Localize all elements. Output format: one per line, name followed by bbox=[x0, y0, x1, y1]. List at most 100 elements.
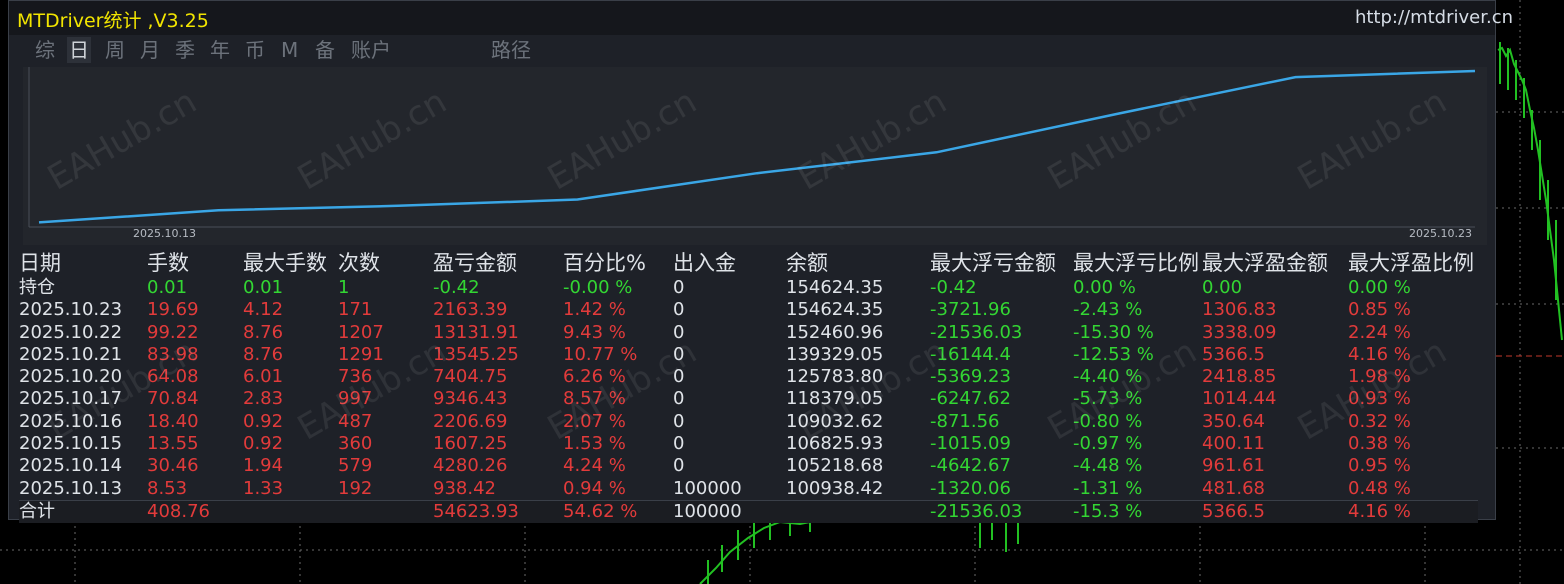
table-cell: 1306.83 bbox=[1202, 299, 1277, 321]
equity-end-date: 2025.10.23 bbox=[1409, 227, 1472, 240]
table-cell: 9346.43 bbox=[433, 388, 508, 410]
column-header: 最大浮盈比例 bbox=[1348, 251, 1474, 275]
table-cell: -0.42 bbox=[433, 277, 480, 298]
table-cell: 0.95 % bbox=[1348, 455, 1411, 477]
table-cell: -4.40 % bbox=[1073, 366, 1143, 388]
table-cell: -16144.4 bbox=[930, 343, 1011, 365]
table-cell: 0.01 bbox=[147, 277, 188, 298]
table-row: 2025.10.22 99.22 8.76 1207 13131.91 9.43 % 0 15… bbox=[19, 322, 1478, 344]
table-cell: 1291 bbox=[338, 343, 384, 365]
table-cell: 2025.10.13 bbox=[19, 477, 123, 499]
tab-currency[interactable]: 币 bbox=[243, 37, 267, 63]
table-cell: 938.42 bbox=[433, 477, 496, 499]
table-cell: 0 bbox=[673, 410, 685, 432]
table-cell: 0.92 bbox=[243, 433, 284, 455]
position-row: 持仓 0.01 0.01 1 -0.42 -0.00 % 0 154624.35 -0.42 0.… bbox=[19, 277, 1478, 299]
tab-quarter[interactable]: 季 bbox=[173, 37, 197, 63]
table-cell: 2025.10.14 bbox=[19, 455, 123, 477]
table-cell: 0 bbox=[673, 455, 685, 477]
table-cell: -4.48 % bbox=[1073, 455, 1143, 477]
table-cell: 579 bbox=[338, 455, 373, 477]
table-cell: 0 bbox=[673, 433, 685, 455]
table-cell: 2025.10.16 bbox=[19, 410, 123, 432]
table-row: 2025.10.21 83.98 8.76 1291 13545.25 10.77 % 0 1… bbox=[19, 344, 1478, 366]
table-cell: 64.08 bbox=[147, 366, 199, 388]
tab-month[interactable]: 月 bbox=[138, 37, 162, 63]
table-cell: -0.00 % bbox=[563, 277, 633, 298]
table-cell: 1207 bbox=[338, 321, 384, 343]
table-cell: 0.85 % bbox=[1348, 299, 1411, 321]
table-cell: 100000 bbox=[673, 477, 742, 499]
table-cell: 8.76 bbox=[243, 321, 284, 343]
table-row: 2025.10.20 64.08 6.01 736 7404.75 6.26 % 0 1257… bbox=[19, 366, 1478, 388]
table-cell bbox=[338, 499, 433, 524]
table-cell: 18.40 bbox=[147, 410, 199, 432]
table-cell: 118379.05 bbox=[786, 388, 884, 410]
table-cell: 19.69 bbox=[147, 299, 199, 321]
table-cell: 2025.10.23 bbox=[19, 299, 123, 321]
table-cell: 4280.26 bbox=[433, 455, 508, 477]
table-cell: -0.42 bbox=[930, 277, 977, 298]
table-cell: 2.07 % bbox=[563, 410, 626, 432]
table-cell: 1.33 bbox=[243, 477, 284, 499]
table-cell: -3721.96 bbox=[930, 299, 1011, 321]
table-cell: 400.11 bbox=[1202, 433, 1265, 455]
table-cell: 736 bbox=[338, 366, 373, 388]
table-cell: 100000 bbox=[673, 499, 786, 524]
table-cell bbox=[786, 499, 930, 524]
table-cell: 125783.80 bbox=[786, 366, 884, 388]
table-cell: 109032.62 bbox=[786, 410, 884, 432]
table-cell: -5369.23 bbox=[930, 366, 1011, 388]
table-row: 2025.10.17 70.84 2.83 997 9346.43 8.57 % 0 1183… bbox=[19, 388, 1478, 410]
tab-year[interactable]: 年 bbox=[208, 37, 232, 63]
table-cell: -21536.03 bbox=[930, 499, 1073, 524]
column-header: 最大手数 bbox=[243, 251, 327, 275]
table-cell: 2.83 bbox=[243, 388, 284, 410]
tab-path[interactable]: 路径 bbox=[489, 37, 533, 63]
table-cell: -15.30 % bbox=[1073, 321, 1154, 343]
table-cell: 0.38 % bbox=[1348, 433, 1411, 455]
table-cell: 0.00 % bbox=[1348, 277, 1411, 298]
app-title: MTDriver统计 ,V3.25 bbox=[17, 10, 209, 32]
table-cell: -21536.03 bbox=[930, 321, 1023, 343]
table-cell: 481.68 bbox=[1202, 477, 1265, 499]
table-cell: 2025.10.22 bbox=[19, 321, 123, 343]
daily-stats-table: 日期 手数 最大手数 次数 盈亏金额 百分比% 出入金 余额 最大浮亏金额 最大浮亏比例 最大浮盈金… bbox=[19, 249, 1478, 524]
table-cell: -5.73 % bbox=[1073, 388, 1143, 410]
tab-day[interactable]: 日 bbox=[67, 37, 91, 63]
table-cell: 152460.96 bbox=[786, 321, 884, 343]
table-cell: 0.94 % bbox=[563, 477, 626, 499]
equity-line bbox=[38, 69, 1476, 224]
table-cell: 100938.42 bbox=[786, 477, 884, 499]
table-cell: 83.98 bbox=[147, 343, 199, 365]
table-cell: 30.46 bbox=[147, 455, 199, 477]
table-cell: 9.43 % bbox=[563, 321, 626, 343]
column-header: 最大浮盈金额 bbox=[1202, 251, 1328, 275]
tab-magic[interactable]: M bbox=[279, 37, 300, 63]
table-cell: 105218.68 bbox=[786, 455, 884, 477]
table-cell: -6247.62 bbox=[930, 388, 1011, 410]
tab-account[interactable]: 账户 bbox=[349, 37, 393, 63]
column-header: 日期 bbox=[19, 251, 61, 275]
tab-week[interactable]: 周 bbox=[103, 37, 127, 63]
table-cell: -1015.09 bbox=[930, 433, 1011, 455]
table-cell: 997 bbox=[338, 388, 373, 410]
table-cell: -2.43 % bbox=[1073, 299, 1143, 321]
table-cell: 4.16 % bbox=[1348, 499, 1478, 524]
table-cell: 4.24 % bbox=[563, 455, 626, 477]
column-header: 手数 bbox=[147, 251, 189, 275]
site-link[interactable]: http://mtdriver.cn bbox=[1355, 7, 1513, 28]
table-row: 2025.10.14 30.46 1.94 579 4280.26 4.24 % 0 1052… bbox=[19, 455, 1478, 477]
table-cell: -1.31 % bbox=[1073, 477, 1143, 499]
table-cell: 1014.44 bbox=[1202, 388, 1277, 410]
table-cell: 139329.05 bbox=[786, 343, 884, 365]
tab-note[interactable]: 备 bbox=[313, 37, 337, 63]
table-cell: 2025.10.15 bbox=[19, 433, 123, 455]
total-row: 合计 408.76 54623.93 54.62 % 100000 -21536.03 -1… bbox=[19, 499, 1478, 524]
table-cell: 1607.25 bbox=[433, 433, 508, 455]
table-cell: 2025.10.20 bbox=[19, 366, 123, 388]
tab-summary[interactable]: 综 bbox=[33, 37, 57, 63]
column-header: 最大浮亏比例 bbox=[1073, 251, 1199, 275]
table-row: 2025.10.23 19.69 4.12 171 2163.39 1.42 % 0 1546… bbox=[19, 299, 1478, 321]
table-cell: 6.26 % bbox=[563, 366, 626, 388]
